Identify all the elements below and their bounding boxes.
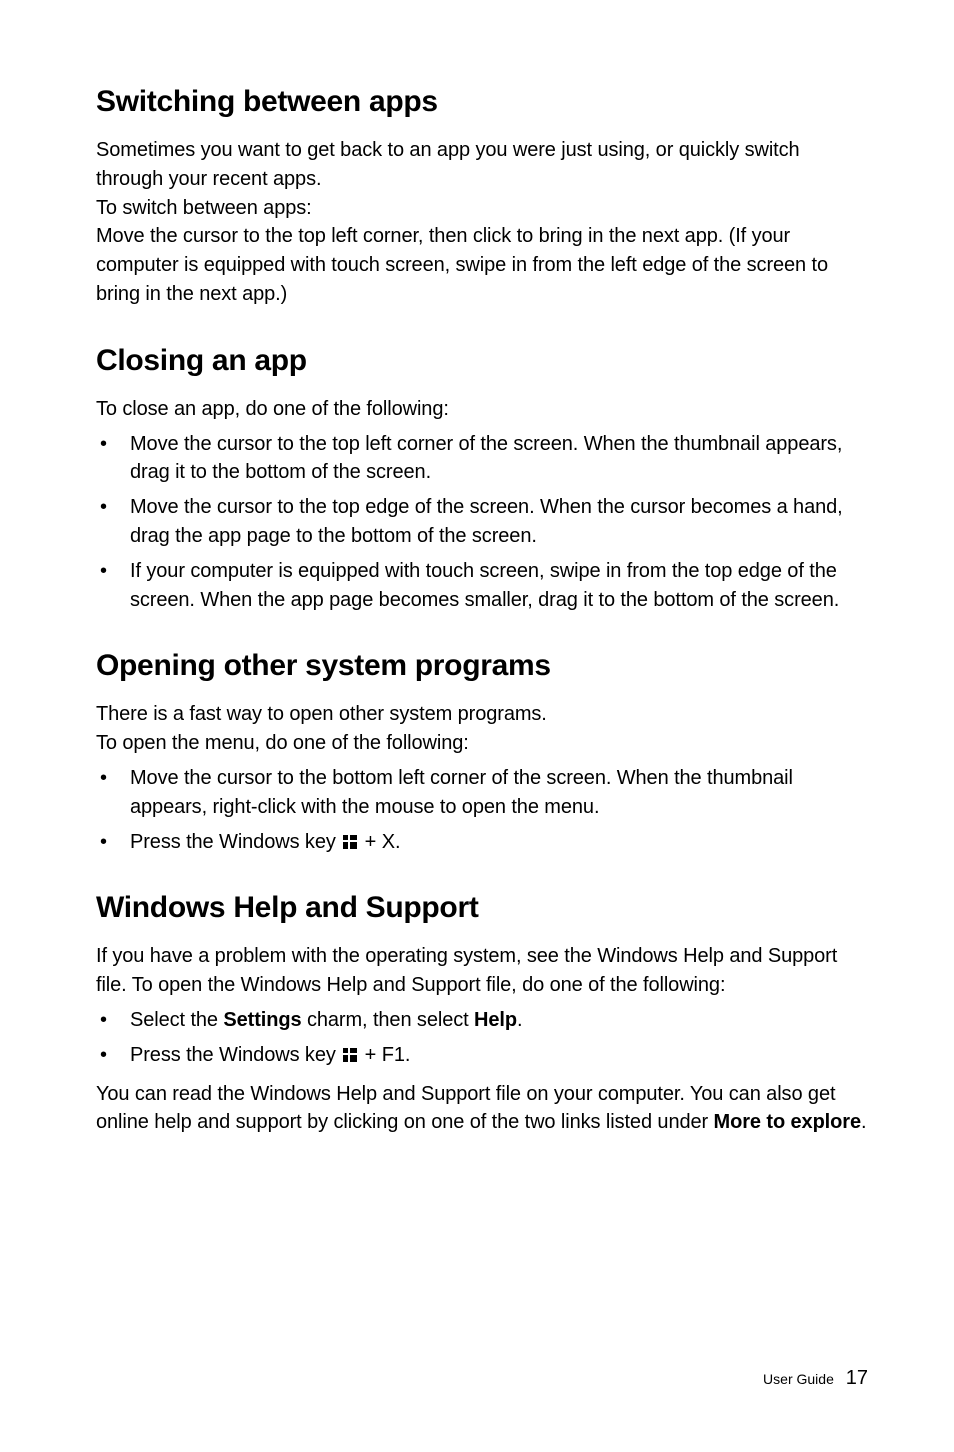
text-fragment: Select the [130,1009,223,1031]
bullet-list: Move the cursor to the top left corner o… [96,430,868,615]
list-item: Press the Windows key + X. [96,828,868,857]
text-fragment: . [517,1009,522,1031]
text-fragment: + F1. [359,1044,410,1066]
paragraph: Sometimes you want to get back to an app… [96,136,868,194]
text-fragment: . [861,1111,866,1133]
list-item: Move the cursor to the top left corner o… [96,430,868,488]
list-item: Press the Windows key + F1. [96,1041,868,1070]
text-fragment: Press the Windows key [130,1044,341,1066]
list-item: Select the Settings charm, then select H… [96,1006,868,1035]
windows-key-icon [343,1048,357,1062]
text-fragment: charm, then select [302,1009,475,1031]
bullet-list: Move the cursor to the bottom left corne… [96,764,868,856]
document-page: Switching between apps Sometimes you wan… [0,0,954,1452]
paragraph: To close an app, do one of the following… [96,395,868,424]
heading-switching: Switching between apps [96,84,868,120]
paragraph: If you have a problem with the operating… [96,942,868,1000]
text-fragment: Press the Windows key [130,831,341,853]
page-number: 17 [846,1367,868,1389]
list-item: Move the cursor to the top edge of the s… [96,493,868,551]
paragraph: Move the cursor to the top left corner, … [96,222,868,308]
list-item: Move the cursor to the bottom left corne… [96,764,868,822]
text-fragment: + X. [359,831,400,853]
bullet-list: Select the Settings charm, then select H… [96,1006,868,1070]
section-closing-app: Closing an app To close an app, do one o… [96,343,868,615]
paragraph: To switch between apps: [96,194,868,223]
paragraph: There is a fast way to open other system… [96,700,868,729]
footer-label: User Guide [763,1371,834,1387]
section-opening-programs: Opening other system programs There is a… [96,648,868,856]
paragraph: To open the menu, do one of the followin… [96,729,868,758]
bold-text: More to explore [714,1111,861,1133]
section-help-support: Windows Help and Support If you have a p… [96,890,868,1137]
page-footer: User Guide 17 [763,1367,868,1390]
bold-text: Help [474,1009,517,1031]
paragraph: You can read the Windows Help and Suppor… [96,1080,868,1138]
list-item: If your computer is equipped with touch … [96,557,868,615]
heading-closing: Closing an app [96,343,868,379]
windows-key-icon [343,835,357,849]
bold-text: Settings [223,1009,301,1031]
section-switching-apps: Switching between apps Sometimes you wan… [96,84,868,309]
heading-help: Windows Help and Support [96,890,868,926]
heading-opening: Opening other system programs [96,648,868,684]
